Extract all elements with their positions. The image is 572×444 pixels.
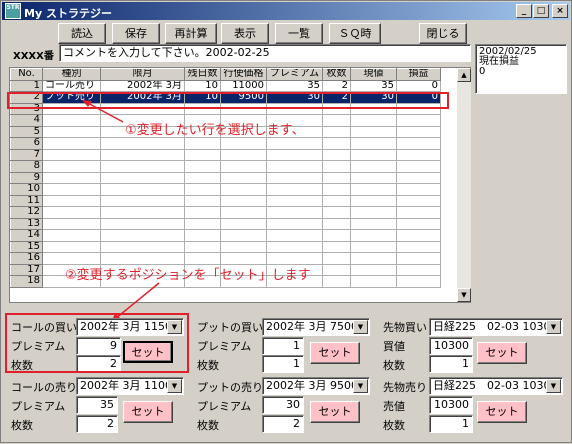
put-sell-title: プットの売り	[197, 381, 263, 394]
put-buy-title: プットの買い	[197, 321, 263, 334]
put-buy-contract-select[interactable]: 2002年 3月 7500 ▼	[262, 318, 370, 336]
fut-sell-price-input[interactable]: 10300	[429, 396, 473, 414]
call-buy-highlight-box	[5, 313, 189, 373]
fut-sell-title: 先物売り	[383, 381, 427, 394]
chevron-down-icon[interactable]: ▼	[353, 320, 368, 334]
fut-sell-contract-select[interactable]: 日経225 02-03 10300 ▼	[429, 377, 563, 395]
call-sell-premium-input[interactable]: 35	[76, 396, 118, 414]
chevron-down-icon[interactable]: ▼	[546, 379, 561, 393]
call-sell-title: コールの売り	[11, 381, 77, 394]
chevron-down-icon[interactable]: ▼	[167, 379, 182, 393]
put-sell-qty-label: 枚数	[197, 419, 219, 432]
put-buy-contract-value: 2002年 3月 7500	[266, 320, 358, 333]
fut-buy-qty-label: 枚数	[383, 359, 405, 372]
chevron-down-icon[interactable]: ▼	[546, 320, 561, 334]
fut-buy-price-label: 買値	[383, 340, 405, 353]
annotation-step2: ②変更するポジションを「セット」します	[65, 268, 311, 283]
fut-sell-price-label: 売値	[383, 400, 405, 413]
fut-buy-price-input[interactable]: 10300	[429, 337, 473, 355]
fut-buy-title: 先物買い	[383, 321, 427, 334]
call-sell-set-button[interactable]: セット	[123, 401, 173, 423]
call-sell-contract-value: 2002年 3月 11000	[80, 379, 179, 392]
put-sell-premium-label: プレミアム	[197, 400, 252, 413]
arrow-to-row	[85, 101, 124, 123]
chevron-down-icon[interactable]: ▼	[353, 379, 368, 393]
fut-buy-contract-value: 日経225 02-03 10300	[433, 320, 558, 333]
fut-buy-contract-select[interactable]: 日経225 02-03 10300 ▼	[429, 318, 563, 336]
annotation-step1: ①変更したい行を選択します、	[125, 123, 305, 138]
main-window: STR My ストラテジー _ □ × 読込 保存 再計算 表示 一覧 ＳＱ時 …	[0, 0, 572, 443]
put-sell-set-button[interactable]: セット	[310, 401, 360, 423]
put-buy-premium-label: プレミアム	[197, 340, 252, 353]
put-sell-contract-value: 2002年 3月 9500	[266, 379, 358, 392]
fut-sell-qty-input[interactable]: 1	[429, 415, 473, 433]
fut-sell-contract-value: 日経225 02-03 10300	[433, 379, 558, 392]
put-buy-premium-input[interactable]: 1	[262, 337, 304, 355]
call-sell-qty-label: 枚数	[11, 419, 33, 432]
call-sell-contract-select[interactable]: 2002年 3月 11000 ▼	[76, 377, 184, 395]
put-sell-premium-input[interactable]: 30	[262, 396, 304, 414]
put-buy-set-button[interactable]: セット	[310, 342, 360, 364]
arrow-head-row	[82, 100, 92, 107]
fut-sell-set-button[interactable]: セット	[477, 401, 527, 423]
put-buy-qty-input[interactable]: 1	[262, 355, 304, 373]
call-sell-qty-input[interactable]: 2	[76, 415, 118, 433]
fut-buy-set-button[interactable]: セット	[477, 342, 527, 364]
put-sell-qty-input[interactable]: 2	[262, 415, 304, 433]
call-sell-premium-label: プレミアム	[11, 400, 66, 413]
put-buy-qty-label: 枚数	[197, 359, 219, 372]
fut-sell-qty-label: 枚数	[383, 419, 405, 432]
fut-buy-qty-input[interactable]: 1	[429, 355, 473, 373]
put-sell-contract-select[interactable]: 2002年 3月 9500 ▼	[262, 377, 370, 395]
